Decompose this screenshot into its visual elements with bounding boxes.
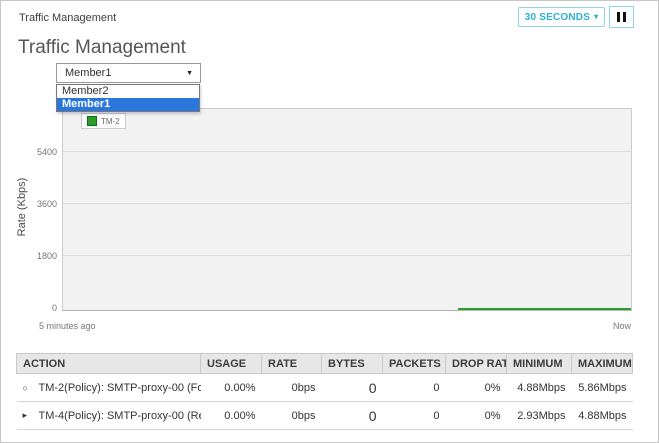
drop-rate-value: 0% [446, 374, 507, 402]
member-select[interactable]: Member1 ▼ [56, 63, 201, 83]
pause-icon [623, 12, 626, 22]
minimum-value: 4.88Mbps [507, 374, 572, 402]
chevron-down-icon: ▾ [594, 13, 598, 21]
series-line [458, 308, 631, 310]
col-header-action[interactable]: ACTION [17, 354, 201, 374]
chart-legend: TM-2 [81, 113, 126, 129]
row-expander-icon[interactable]: ▸ [23, 410, 33, 421]
rate-value: 0bps [262, 402, 322, 430]
drop-rate-value: 0% [446, 402, 507, 430]
refresh-interval-button[interactable]: 30 SECONDS ▾ [518, 7, 605, 27]
bytes-value: 0 [322, 374, 383, 402]
action-label: TM-2(Policy): SMTP-proxy-00 (Forw [39, 382, 201, 394]
legend-swatch [87, 116, 97, 126]
col-header-bytes[interactable]: BYTES [322, 354, 383, 374]
bytes-value: 0 [322, 402, 383, 430]
gridline [63, 255, 631, 256]
maximum-value: 5.86Mbps [572, 374, 633, 402]
chevron-down-icon: ▼ [186, 70, 193, 77]
y-tick-label: 5400 [15, 147, 57, 157]
action-label: TM-4(Policy): SMTP-proxy-00 (Reve [39, 410, 201, 422]
y-tick-label: 1800 [15, 251, 57, 261]
member-select-option-member1[interactable]: Member1 [57, 98, 199, 111]
packets-value: 0 [383, 402, 446, 430]
member-select-option-member2[interactable]: Member2 [57, 85, 199, 98]
traffic-management-page: Traffic Management 30 SECONDS ▾ Traffic … [0, 0, 659, 443]
member-select-dropdown: Member2 Member1 [56, 84, 200, 112]
col-header-packets[interactable]: PACKETS [383, 354, 446, 374]
gridline [63, 151, 631, 152]
y-tick-label: 3600 [15, 199, 57, 209]
breadcrumb: Traffic Management [19, 12, 116, 24]
y-tick-label: 0 [15, 303, 57, 313]
traffic-actions-table: ACTION USAGE RATE BYTES PACKETS DROP RAT… [16, 353, 632, 430]
col-header-maximum[interactable]: MAXIMUM [572, 354, 633, 374]
x-axis-end-label: Now [613, 321, 631, 331]
pause-button[interactable] [609, 6, 634, 28]
pause-icon [617, 12, 620, 22]
col-header-rate[interactable]: RATE [262, 354, 322, 374]
minimum-value: 2.93Mbps [507, 402, 572, 430]
page-title: Traffic Management [18, 37, 186, 59]
rate-chart-plot-area: TM-2 [62, 108, 632, 311]
maximum-value: 4.88Mbps [572, 402, 633, 430]
table-row[interactable]: ○ TM-2(Policy): SMTP-proxy-00 (Forw 0.00… [17, 374, 633, 402]
usage-value: 0.00% [201, 374, 262, 402]
gridline [63, 203, 631, 204]
x-axis-start-label: 5 minutes ago [39, 321, 96, 331]
table-row[interactable]: ▸ TM-4(Policy): SMTP-proxy-00 (Reve 0.00… [17, 402, 633, 430]
packets-value: 0 [383, 374, 446, 402]
rate-value: 0bps [262, 374, 322, 402]
col-header-usage[interactable]: USAGE [201, 354, 262, 374]
table-header-row: ACTION USAGE RATE BYTES PACKETS DROP RAT… [17, 354, 633, 374]
col-header-minimum[interactable]: MINIMUM [507, 354, 572, 374]
col-header-drop-rate[interactable]: DROP RATE [446, 354, 507, 374]
usage-value: 0.00% [201, 402, 262, 430]
member-select-value: Member1 [65, 67, 111, 79]
legend-label: TM-2 [101, 117, 120, 126]
refresh-interval-label: 30 SECONDS [525, 12, 590, 23]
row-expander-icon[interactable]: ○ [23, 383, 33, 393]
